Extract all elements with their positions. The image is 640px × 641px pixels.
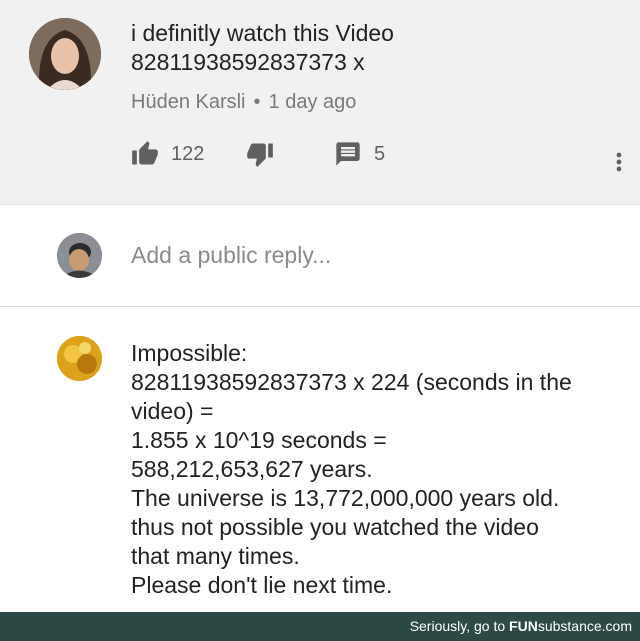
- more-options-button[interactable]: [605, 148, 633, 176]
- reply-line: Please don't lie next time.: [131, 572, 393, 598]
- divider: [0, 306, 640, 307]
- author-name[interactable]: Hüden Karsli: [131, 91, 246, 113]
- reply-count: 5: [374, 142, 386, 165]
- commenter-avatar[interactable]: [29, 18, 101, 90]
- reply-line: that many times.: [131, 543, 300, 569]
- top-comment: i definitly watch this Video 82811938592…: [0, 0, 640, 204]
- watermark-footer: Seriously, go to FUNsubstance.com: [0, 612, 640, 641]
- comment-line: i definitly watch this Video: [131, 20, 394, 46]
- replies-button[interactable]: 5: [334, 140, 385, 168]
- reply-line: Impossible:: [131, 340, 248, 366]
- comment-icon: [336, 142, 360, 166]
- reply-line: 1.855 x 10^19 seconds =: [131, 427, 387, 453]
- footer-brand-bold: FUN: [509, 618, 538, 634]
- reply-line: thus not possible you watched the video: [131, 514, 539, 540]
- replier-avatar[interactable]: [57, 336, 102, 381]
- comment-line: 82811938592837373 x: [131, 49, 365, 75]
- reply-line: The universe is 13,772,000,000 years old…: [131, 485, 560, 511]
- comment-meta: Hüden Karsli • 1 day ago: [131, 91, 356, 114]
- thumbs-up-icon: [132, 141, 158, 165]
- like-count: 122: [171, 142, 205, 165]
- reply-line: 588,212,653,627 years.: [131, 456, 373, 482]
- comment-actions: 122 5: [0, 140, 640, 180]
- comment-text: i definitly watch this Video 82811938592…: [131, 19, 611, 77]
- like-button[interactable]: 122: [131, 140, 204, 168]
- meta-separator: •: [253, 91, 261, 113]
- add-reply-input[interactable]: Add a public reply...: [131, 242, 331, 269]
- comment-time: 1 day ago: [268, 91, 357, 113]
- footer-brand-rest: substance.com: [537, 618, 632, 634]
- divider: [0, 204, 640, 205]
- current-user-avatar: [57, 233, 102, 278]
- thumbs-down-icon: [247, 143, 273, 167]
- footer-prefix: Seriously, go to: [409, 618, 506, 634]
- reply-line: video) =: [131, 398, 214, 424]
- dislike-button[interactable]: [246, 140, 274, 168]
- more-vert-icon: [616, 152, 622, 172]
- reply-text: Impossible: 82811938592837373 x 224 (sec…: [131, 339, 631, 600]
- reply-line: 82811938592837373 x 224 (seconds in the: [131, 369, 572, 395]
